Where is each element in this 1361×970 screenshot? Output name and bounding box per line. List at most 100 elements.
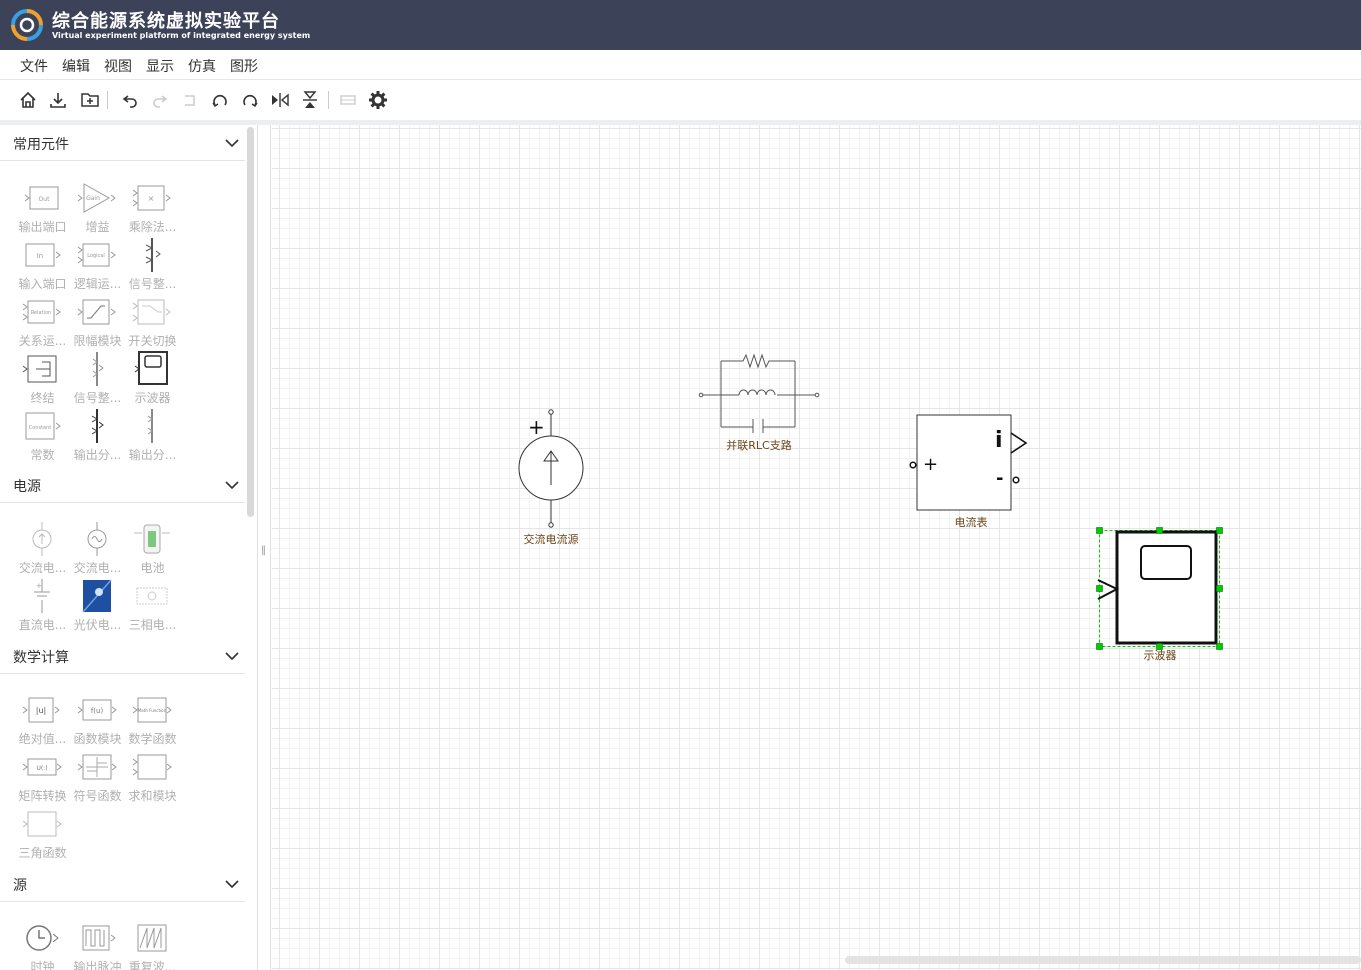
diagram-canvas[interactable]: + 交流电流源 并联RLC支路 i + - 电流表 示波器 xyxy=(272,125,1361,970)
palette-item-logic-operator[interactable]: Logical 逻辑运... xyxy=(70,237,125,294)
palette-item-dc-source[interactable]: + 直流电... xyxy=(15,578,70,635)
palette-item-multiply-divide[interactable]: × 乘除法... xyxy=(125,180,180,237)
undo-icon[interactable] xyxy=(118,88,142,112)
constant-icon: Constant xyxy=(25,412,61,440)
rotate-left-icon[interactable] xyxy=(208,88,232,112)
sum-icon xyxy=(132,754,172,780)
section-title: 数学计算 xyxy=(13,650,69,666)
palette-item-trig[interactable]: 三角函数 xyxy=(15,806,70,863)
grid-icon[interactable] xyxy=(336,88,360,112)
abs-icon: |u| xyxy=(22,697,60,723)
menu-shape[interactable]: 图形 xyxy=(230,56,258,76)
palette-item-pulse[interactable]: 输出脉冲 xyxy=(70,920,125,970)
palette-item-saturation[interactable]: 限幅模块 xyxy=(70,294,125,351)
palette-item-label: 终结 xyxy=(30,391,55,405)
icon-text: |u| xyxy=(36,706,46,715)
palette-item-repeating-wave[interactable]: 重复波... xyxy=(125,920,180,970)
palette-item-label: 三相电... xyxy=(128,618,177,632)
palette-item-label: 输出分... xyxy=(73,448,122,462)
palette-item-label: 矩阵转换 xyxy=(18,789,67,803)
palette-item-label: 求和模块 xyxy=(128,789,177,803)
palette-item-label: 限幅模块 xyxy=(73,334,122,348)
palette-item-pv-source[interactable]: 光伏电... xyxy=(70,578,125,635)
palette-item-label: 直流电... xyxy=(18,618,67,632)
rlc-branch-icon xyxy=(698,353,820,435)
block-label: 交流电流源 xyxy=(523,533,579,546)
palette-item-signal-shaping-2[interactable]: 信号整... xyxy=(70,351,125,408)
palette-item-label: 输出分... xyxy=(128,448,177,462)
palette-item-in-port[interactable]: In 输入端口 xyxy=(15,237,70,294)
section-header-common[interactable]: 常用元件 xyxy=(0,125,245,161)
block-scope-selected[interactable]: 示波器 xyxy=(1095,527,1225,667)
palette-item-battery[interactable]: 电池 xyxy=(125,521,180,578)
palette-item-abs[interactable]: |u| 绝对值... xyxy=(15,692,70,749)
palette-item-relational-operator[interactable]: Relation 关系运... xyxy=(15,294,70,351)
palette-item-math-function[interactable]: Math Function 数学函数 xyxy=(125,692,180,749)
palette-item-label: 三角函数 xyxy=(18,846,67,860)
plus-terminal-label: + xyxy=(528,415,545,439)
panel-splitter[interactable]: ‖ xyxy=(257,125,271,970)
icon-text: In xyxy=(37,252,44,260)
palette-item-sign[interactable]: 符号函数 xyxy=(70,749,125,806)
menu-display[interactable]: 显示 xyxy=(146,56,174,76)
section-header-sources[interactable]: 源 xyxy=(0,866,245,902)
block-parallel-rlc[interactable]: 并联RLC支路 xyxy=(697,353,822,458)
block-label: 示波器 xyxy=(1143,649,1177,662)
svg-text:+: + xyxy=(36,582,42,590)
demux-icon xyxy=(92,352,104,386)
palette-item-label: 增益 xyxy=(85,220,110,234)
palette-item-switch[interactable]: 开关切换 xyxy=(125,294,180,351)
math-function-icon: Math Function xyxy=(132,697,172,723)
rotate-right-icon[interactable] xyxy=(238,88,262,112)
ac-current-source-icon xyxy=(32,522,52,556)
current-output-label: i xyxy=(995,428,1003,453)
redo-icon[interactable] xyxy=(148,88,172,112)
palette-item-output-split-2[interactable]: 输出分... xyxy=(125,408,180,465)
palette-item-out-port[interactable]: Out 输出端口 xyxy=(15,180,70,237)
section-title: 源 xyxy=(13,878,27,894)
multiply-icon: × xyxy=(132,185,171,211)
out-port-icon: Out xyxy=(24,186,59,210)
palette-item-function[interactable]: f(u) 函数模块 xyxy=(70,692,125,749)
section-header-power[interactable]: 电源 xyxy=(0,467,245,503)
bus-icon xyxy=(147,409,153,443)
menu-edit[interactable]: 编辑 xyxy=(62,56,90,76)
palette-item-terminator[interactable]: 终结 xyxy=(15,351,70,408)
palette-item-scope[interactable]: 示波器 xyxy=(125,351,180,408)
toolbar-divider xyxy=(328,91,329,109)
palette-item-constant[interactable]: Constant 常数 xyxy=(15,408,70,465)
palette-item-ac-source-2[interactable]: 交流电... xyxy=(70,521,125,578)
palette-item-label: 函数模块 xyxy=(73,732,122,746)
palette-item-ac-source-1[interactable]: 交流电... xyxy=(15,521,70,578)
palette-item-sum[interactable]: 求和模块 xyxy=(125,749,180,806)
palette-item-three-phase-source[interactable]: 三相电... xyxy=(125,578,180,635)
palette-item-label: 常数 xyxy=(30,448,55,462)
new-folder-icon[interactable] xyxy=(78,88,102,112)
three-phase-source-icon xyxy=(136,587,168,605)
download-icon[interactable] xyxy=(46,88,70,112)
bus-icon xyxy=(91,409,104,443)
block-ac-current-source[interactable]: + 交流电流源 xyxy=(508,405,598,546)
palette-item-clock[interactable]: 时钟 xyxy=(15,920,70,970)
block-ammeter[interactable]: i + - 电流表 xyxy=(906,413,1036,533)
flip-horizontal-icon[interactable] xyxy=(268,88,292,112)
sidebar-scrollbar-thumb[interactable] xyxy=(247,127,254,517)
section-header-math[interactable]: 数学计算 xyxy=(0,638,245,674)
chevron-down-icon xyxy=(225,652,239,661)
menu-view[interactable]: 视图 xyxy=(104,56,132,76)
delete-icon[interactable] xyxy=(178,88,202,112)
palette-item-output-split-1[interactable]: 输出分... xyxy=(70,408,125,465)
canvas-horizontal-scrollbar[interactable] xyxy=(845,956,1361,964)
flip-vertical-icon[interactable] xyxy=(298,88,322,112)
palette-item-matrix-convert[interactable]: U(:) 矩阵转换 xyxy=(15,749,70,806)
in-port-icon: In xyxy=(25,243,61,267)
home-icon[interactable] xyxy=(16,88,40,112)
icon-text: Gain xyxy=(86,195,100,202)
palette-item-gain[interactable]: Gain 增益 xyxy=(70,180,125,237)
menu-simulation[interactable]: 仿真 xyxy=(188,56,216,76)
palette-item-signal-shaping[interactable]: 信号整... xyxy=(125,237,180,294)
palette-item-label: 符号函数 xyxy=(73,789,122,803)
settings-icon[interactable] xyxy=(366,88,390,112)
app-title: 综合能源系统虚拟实验平台 xyxy=(52,11,280,32)
menu-file[interactable]: 文件 xyxy=(20,56,48,76)
